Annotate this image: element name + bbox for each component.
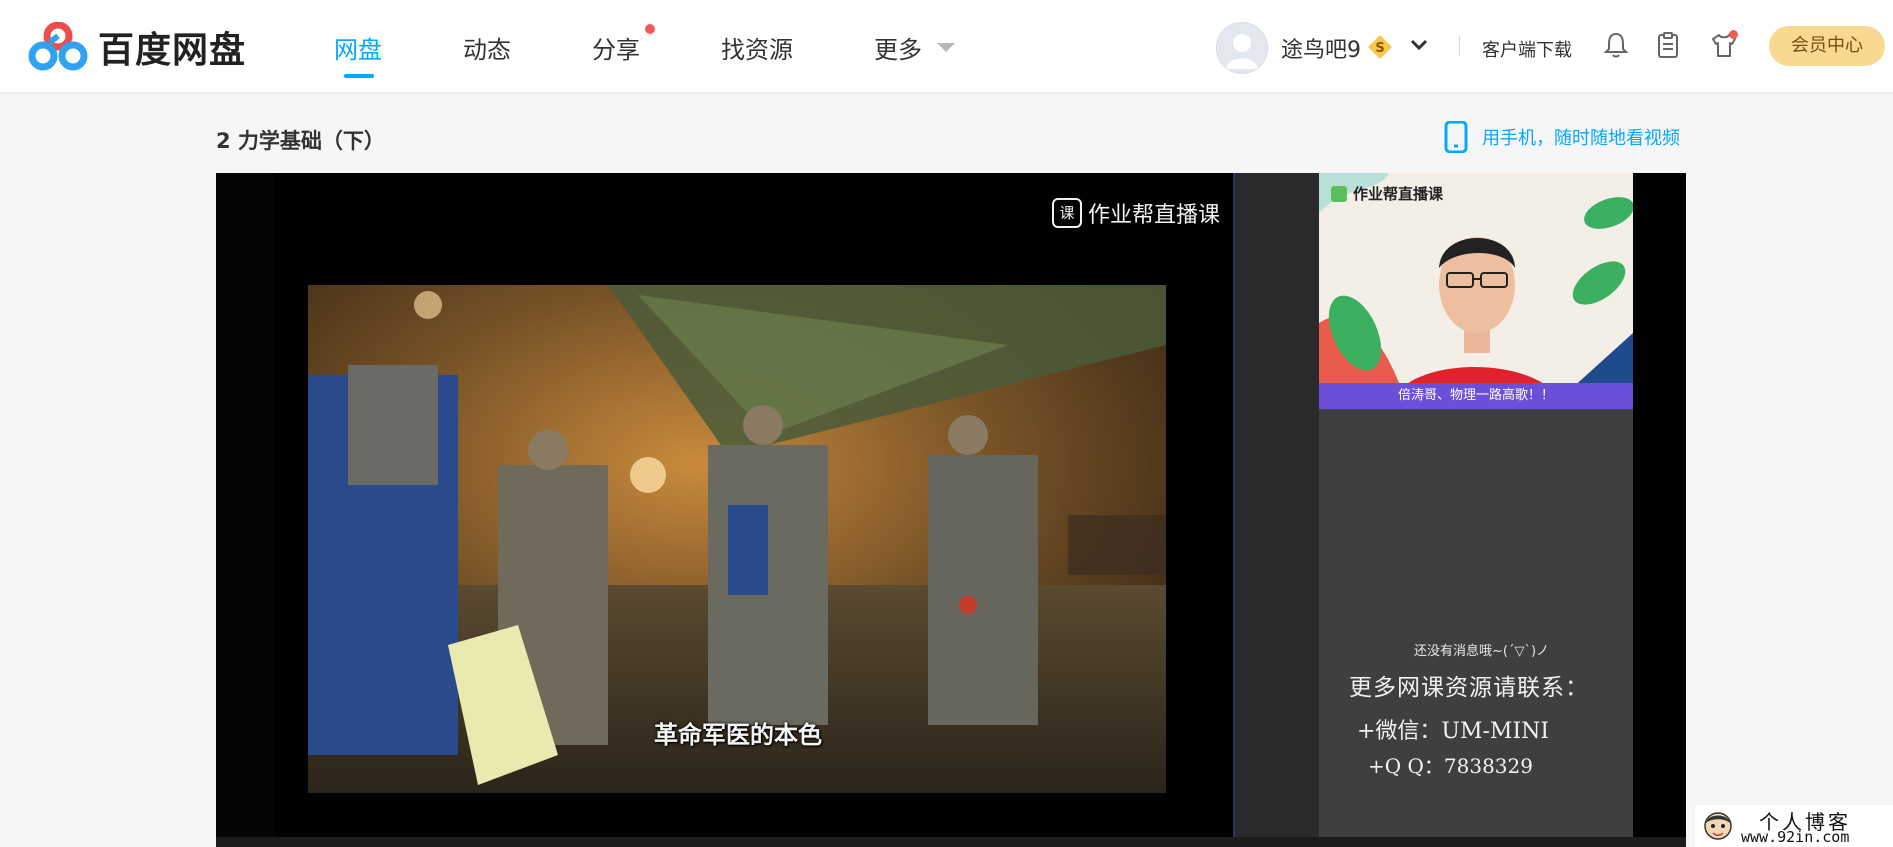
watch-on-mobile-label: 用手机，随时随地看视频 [1482, 128, 1680, 149]
client-download-link[interactable]: 客户端下载 [1482, 36, 1572, 62]
promo-wechat: +微信：UM-MINI [1357, 719, 1550, 744]
video-letterbox-left [216, 173, 274, 847]
camera-brand: 作业帮直播课 [1331, 183, 1443, 204]
username[interactable]: 途鸟吧9 [1281, 32, 1361, 64]
more-dropdown-icon[interactable] [937, 43, 955, 52]
site-watermark: 个人博客 www.92in.com [1695, 805, 1893, 847]
chat-empty-message: 还没有消息哦~(ˊ▽ˋ)ノ [1414, 644, 1550, 659]
video-progress-bar[interactable] [216, 837, 1686, 847]
watermark-badge-icon: 课 [1052, 198, 1082, 228]
app-name: 百度网盘 [98, 30, 247, 71]
cartoon-face-icon [1704, 812, 1732, 840]
video-player[interactable]: 课 作业帮直播课 革命军医的本色 作业帮直播课 倍涛哥、物理一路高歌！！ 还没有… [216, 173, 1686, 847]
avatar[interactable] [1216, 22, 1268, 74]
shirt-badge-dot [1729, 30, 1738, 39]
share-badge-dot [645, 24, 655, 34]
clipboard-icon[interactable] [1653, 30, 1683, 60]
brand-badge-icon [1331, 185, 1347, 202]
video-watermark: 课 作业帮直播课 [1052, 197, 1220, 229]
site-watermark-url: www.92in.com [1741, 828, 1850, 846]
watch-on-mobile-link[interactable]: 用手机，随时随地看视频 [1444, 121, 1680, 153]
promo-line-1: 更多网课资源请联系： [1349, 675, 1589, 701]
nav-item-netdisk[interactable]: 网盘 [334, 30, 382, 65]
camera-banner: 倍涛哥、物理一路高歌！！ [1319, 383, 1633, 409]
promo-qq: +Q Q：7838329 [1368, 754, 1533, 778]
logo[interactable]: 百度网盘 [28, 22, 246, 72]
page-title: 2 力学基础（下） [216, 129, 385, 153]
top-header: 百度网盘 网盘 动态 分享 找资源 更多 途鸟吧9 S 客户端下载 会员中心 [0, 0, 1893, 93]
member-center-button[interactable]: 会员中心 [1769, 26, 1885, 66]
user-avatar-icon [1217, 23, 1267, 73]
video-letterbox-right [1633, 173, 1686, 847]
teacher-video-image [1319, 173, 1633, 409]
svg-text:S: S [1375, 41, 1384, 56]
teacher-camera-feed: 作业帮直播课 倍涛哥、物理一路高歌！！ [1319, 173, 1633, 409]
bell-icon[interactable] [1601, 30, 1631, 60]
header-divider [1459, 36, 1460, 56]
chevron-down-icon[interactable] [1407, 33, 1431, 57]
nav-item-find-resources[interactable]: 找资源 [721, 30, 793, 65]
watermark-text: 作业帮直播课 [1088, 203, 1221, 228]
phone-icon [1444, 121, 1468, 153]
nav-item-more[interactable]: 更多 [874, 30, 922, 65]
nav-item-dynamics[interactable]: 动态 [463, 30, 511, 65]
baidu-netdisk-logo-icon [28, 22, 88, 71]
nav-item-share[interactable]: 分享 [592, 30, 640, 65]
coin-s-icon[interactable]: S [1366, 33, 1394, 61]
camera-brand-text: 作业帮直播课 [1353, 185, 1444, 203]
nav-active-underline [344, 74, 374, 78]
video-subtitle: 革命军医的本色 [654, 721, 822, 749]
